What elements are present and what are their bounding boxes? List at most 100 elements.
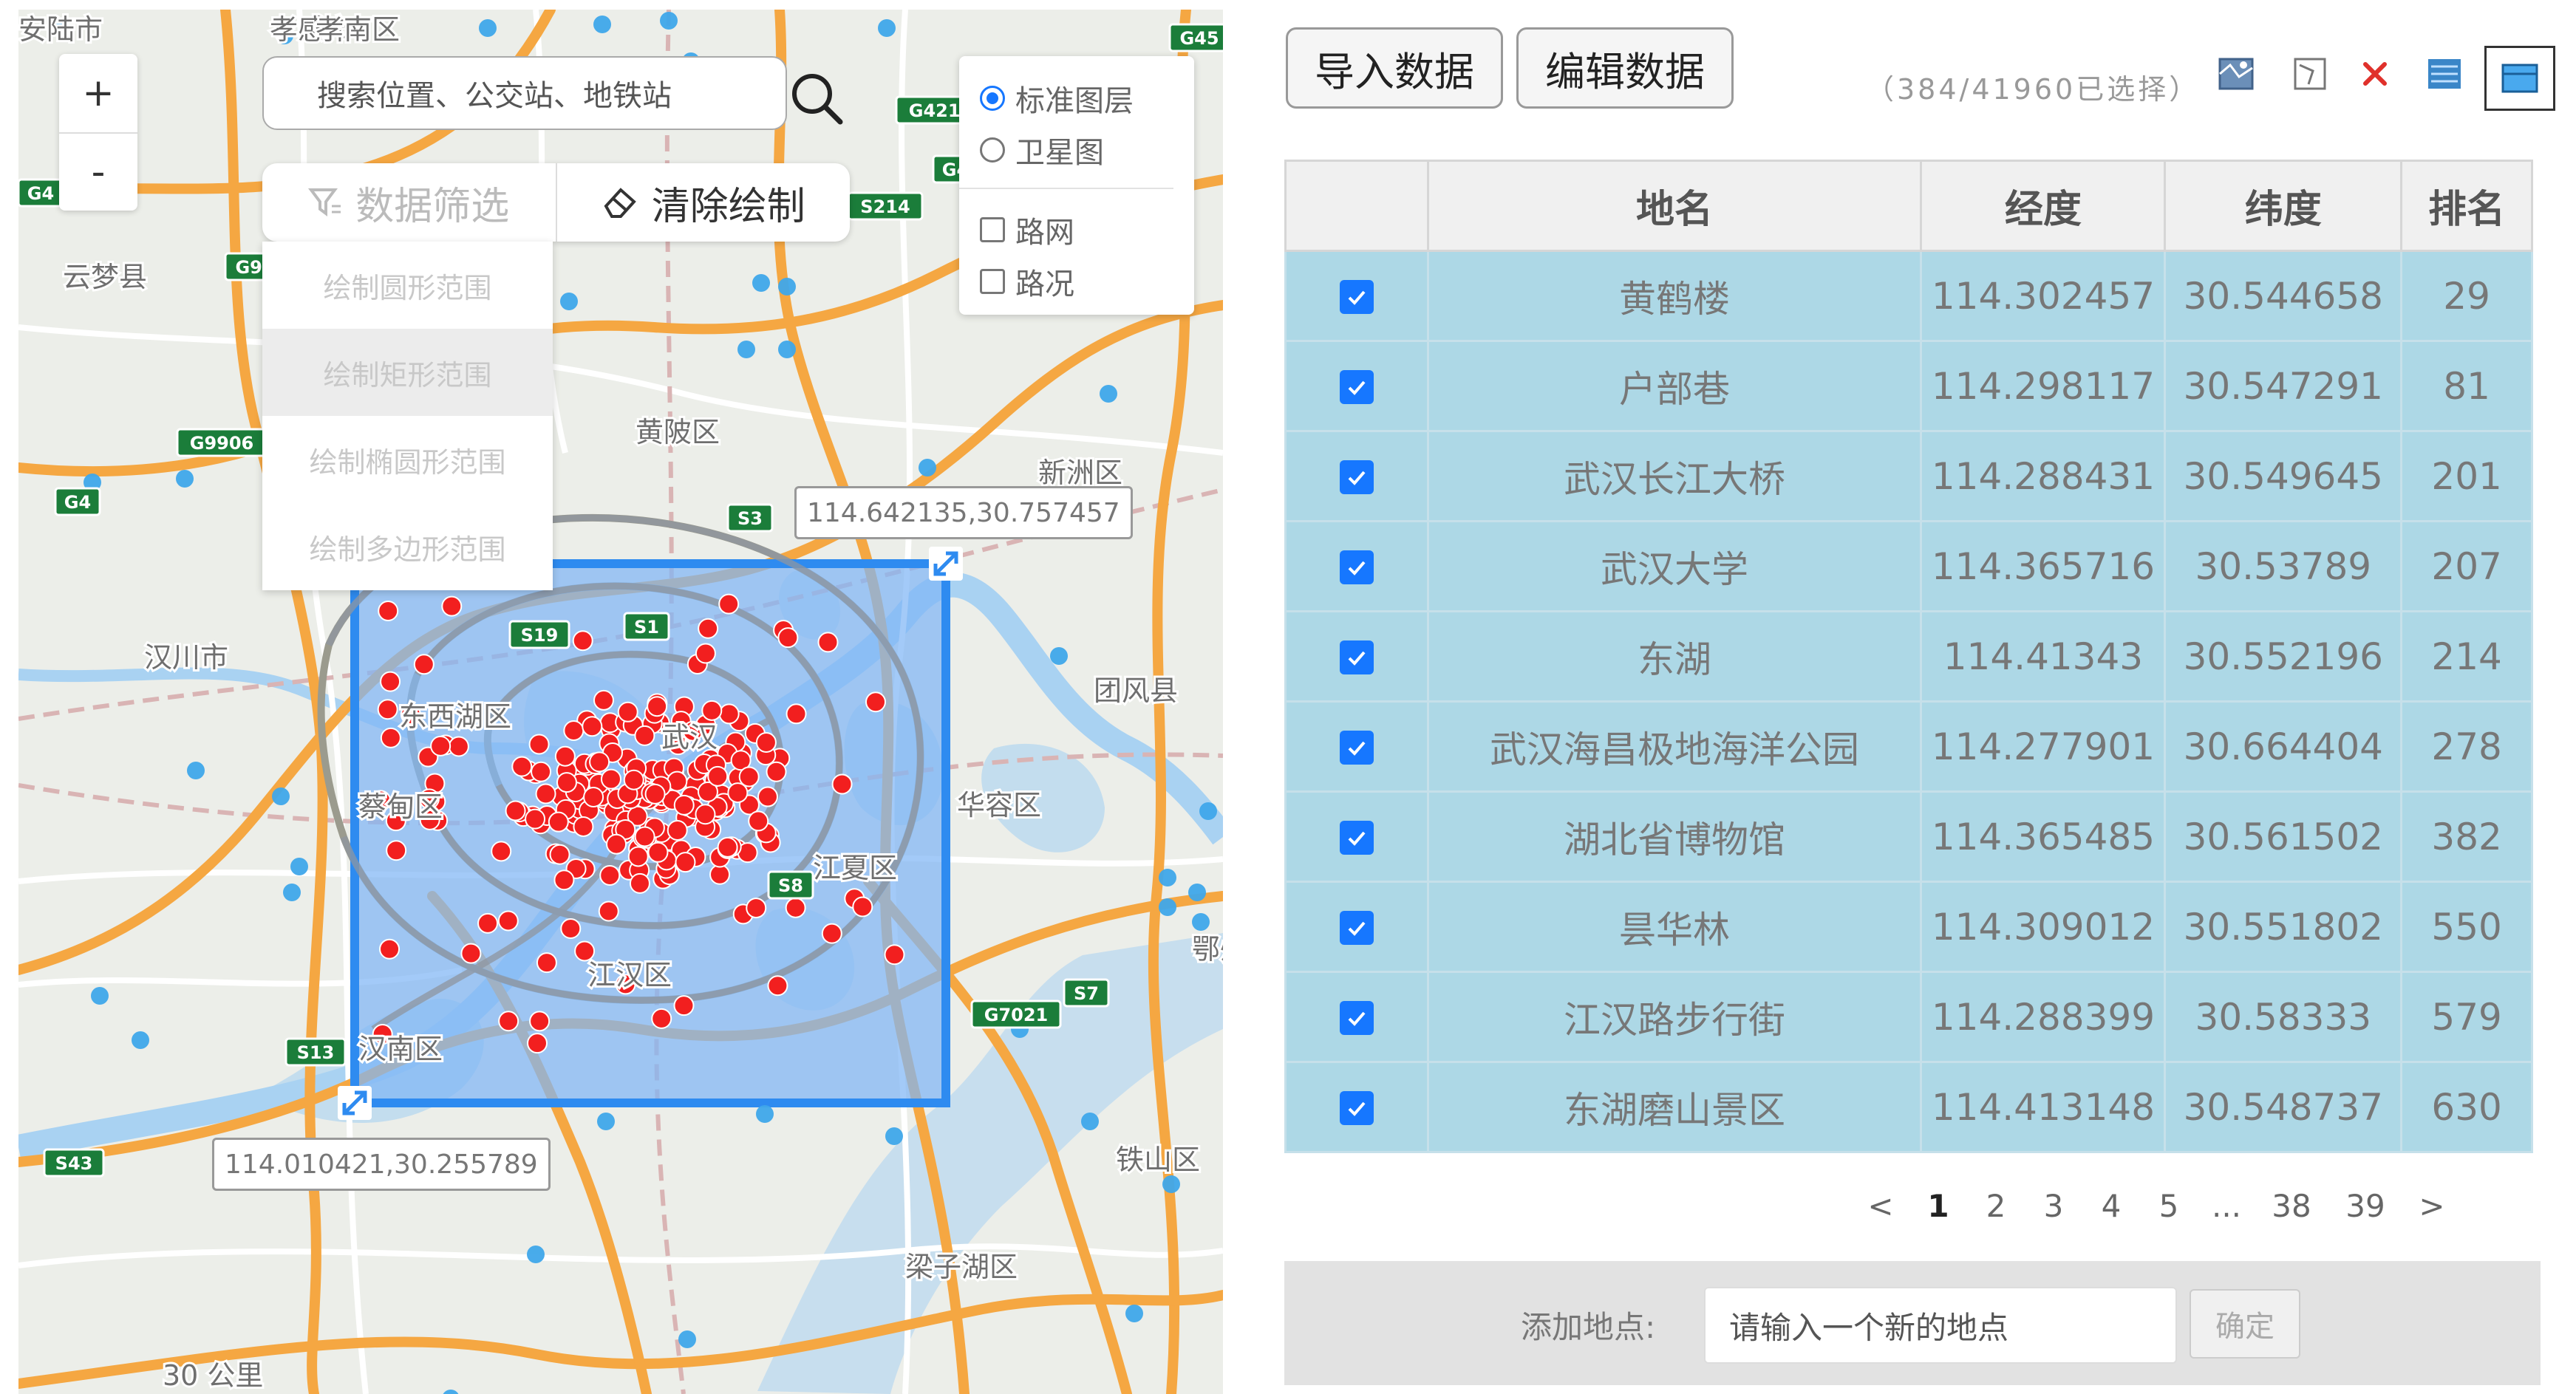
selected-map-point[interactable] [651,1008,672,1029]
selected-map-point[interactable] [583,787,604,808]
region-icon[interactable] [2289,53,2331,95]
sw-resize-handle[interactable] [338,1086,372,1120]
page-38[interactable]: 38 [2266,1188,2317,1224]
longitude-column-header[interactable]: 经度 [1920,160,2167,252]
row-checkbox-cell[interactable] [1284,881,1429,973]
row-checkbox[interactable] [1339,1000,1374,1035]
table-row[interactable]: 江汉路步行街 114.288399 30.58333 579 [1284,971,2533,1063]
row-checkbox[interactable] [1339,369,1374,404]
row-checkbox[interactable] [1339,820,1374,855]
map-point[interactable] [678,1330,696,1348]
selected-map-point[interactable] [644,783,666,804]
map-point[interactable] [752,274,770,292]
row-checkbox-cell[interactable] [1284,520,1429,612]
ne-resize-handle[interactable] [929,547,963,581]
table-row[interactable]: 武汉大学 114.365716 30.53789 207 [1284,520,2533,612]
map-point[interactable] [885,1127,903,1145]
page-1[interactable]: 1 [1920,1188,1957,1224]
selected-map-point[interactable] [817,632,839,653]
map-point[interactable] [597,1113,615,1130]
selected-map-point[interactable] [531,761,552,782]
selected-map-point[interactable] [377,699,398,720]
traffic-option[interactable]: 路况 [980,256,1194,307]
zoom-in-button[interactable]: + [59,54,137,132]
selected-map-point[interactable] [865,691,886,713]
selected-map-point[interactable] [755,731,777,753]
map-point[interactable] [1199,802,1217,820]
layer-standard-option[interactable]: 标准图层 [980,72,1194,124]
page-5[interactable]: 5 [2150,1188,2187,1224]
selected-map-point[interactable] [623,769,644,790]
selected-map-point[interactable] [498,1011,519,1032]
row-checkbox-cell[interactable] [1284,971,1429,1063]
map-point[interactable] [756,1105,774,1123]
map-point[interactable] [737,341,755,358]
selected-map-point[interactable] [536,952,557,974]
selected-map-point[interactable] [573,816,594,837]
selected-map-point[interactable] [647,696,668,717]
selected-map-point[interactable] [717,836,738,858]
selected-map-point[interactable] [553,869,575,891]
map-point[interactable] [272,787,290,805]
selected-map-point[interactable] [525,808,546,830]
selected-map-point[interactable] [627,846,649,867]
map-point[interactable] [187,762,205,779]
selected-map-point[interactable] [563,720,585,742]
map-point[interactable] [283,884,301,901]
satellite-layer-radio[interactable] [980,137,1005,163]
table-row[interactable]: 户部巷 114.298117 30.547291 81 [1284,340,2533,432]
selected-map-point[interactable] [497,910,519,932]
selected-map-point[interactable] [589,751,610,773]
table-row[interactable]: 黄鹤楼 114.302457 30.544658 29 [1284,250,2533,342]
map-point[interactable] [1159,869,1176,886]
selected-map-point[interactable] [718,593,740,615]
row-checkbox-cell[interactable] [1284,430,1429,522]
page-3[interactable]: 3 [2035,1188,2072,1224]
selected-map-point[interactable] [673,794,695,816]
selected-map-point[interactable] [379,938,401,960]
search-button[interactable] [780,61,853,135]
map-view[interactable]: 孝感市 云梦县 安陆市 孝南区 黄陂区 新洲区 汉川市 东西湖区 团风县 蔡甸区 华容区 江汉区 汉南区… [18,10,1223,1394]
draw-rectangle-option[interactable]: 绘制矩形范围 [262,329,553,416]
name-column-header[interactable]: 地名 [1426,160,1923,252]
selected-map-point[interactable] [777,627,799,649]
zoom-out-button[interactable]: - [59,132,137,211]
selected-map-point[interactable] [718,703,740,725]
selected-map-point[interactable] [505,800,526,821]
confirm-button[interactable]: 确定 [2190,1289,2300,1359]
selected-map-point[interactable] [617,701,638,722]
row-checkbox-cell[interactable] [1284,790,1429,883]
map-point[interactable] [593,16,611,33]
selected-map-point[interactable] [593,689,614,711]
selected-map-point[interactable] [647,841,669,863]
map-point[interactable] [1159,898,1176,916]
selected-map-point[interactable] [378,600,399,621]
map-point[interactable] [778,278,796,295]
draw-polygon-option[interactable]: 绘制多边形范围 [262,503,553,590]
map-point[interactable] [1188,884,1206,901]
map-point[interactable] [1100,385,1117,403]
selected-map-point[interactable] [786,703,807,725]
page-4[interactable]: 4 [2093,1188,2130,1224]
selected-map-point[interactable] [441,595,463,617]
row-checkbox-cell[interactable] [1284,340,1429,432]
draw-ellipse-option[interactable]: 绘制椭圆形范围 [262,416,553,503]
selected-map-point[interactable] [460,943,482,964]
selected-map-point[interactable] [549,844,570,865]
selected-map-point[interactable] [821,923,842,944]
import-data-button[interactable]: 导入数据 [1286,27,1503,109]
row-checkbox[interactable] [1339,550,1374,584]
row-checkbox[interactable] [1339,730,1374,765]
delete-icon[interactable] [2354,53,2396,95]
selected-map-point[interactable] [634,826,655,847]
selected-map-point[interactable] [852,896,873,918]
selected-map-point[interactable] [491,841,512,862]
selected-map-point[interactable] [380,727,401,748]
table-row[interactable]: 东湖磨山景区 114.413148 30.548737 630 [1284,1061,2533,1153]
selected-map-point[interactable] [748,810,769,832]
row-checkbox-cell[interactable] [1284,700,1429,793]
selected-map-point[interactable] [548,811,569,833]
selected-map-point[interactable] [560,918,582,939]
map-point[interactable] [1162,1175,1180,1193]
selected-map-point[interactable] [528,734,550,755]
